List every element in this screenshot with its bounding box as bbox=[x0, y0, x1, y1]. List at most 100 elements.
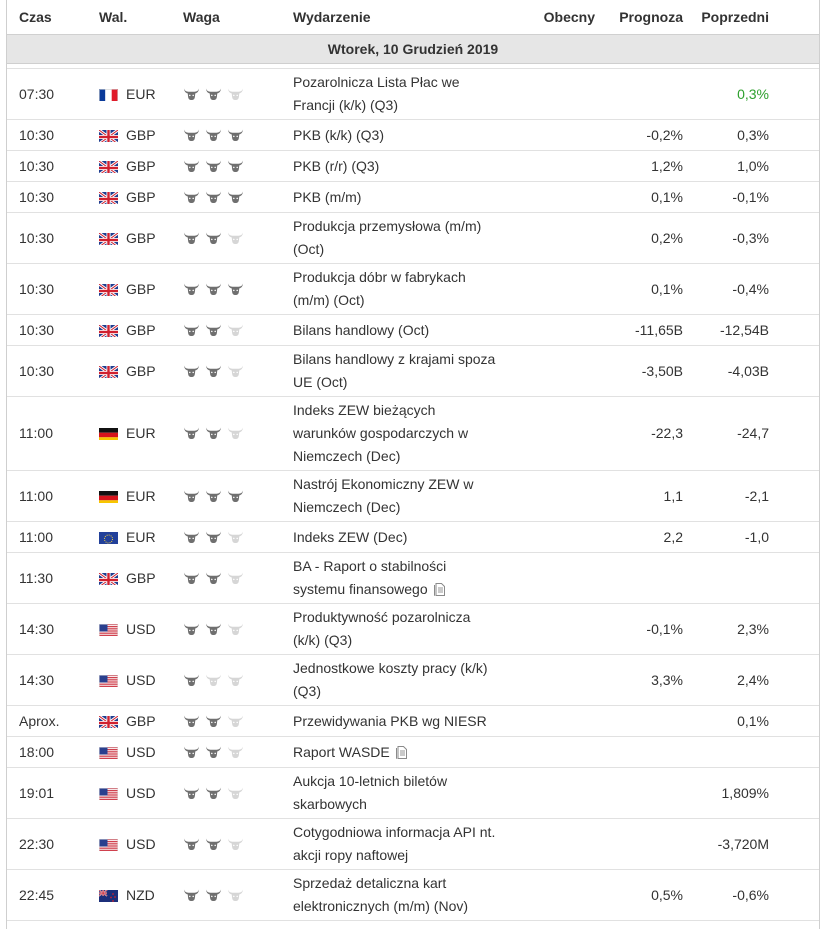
column-header-currency[interactable]: Wal. bbox=[99, 0, 183, 35]
event-row[interactable]: 11:30 GBP BA - Raport o stabilności systemu… bbox=[7, 552, 819, 604]
importance-rating bbox=[183, 396, 293, 471]
event-actual bbox=[515, 869, 595, 921]
event-time: 22:30 bbox=[7, 818, 99, 870]
currency-code: GBP bbox=[126, 280, 156, 297]
event-row[interactable]: 22:45 NZD Sprzedaż detaliczna kart elektron… bbox=[7, 869, 819, 921]
event-name[interactable]: BA - Raport o stabilności systemu finanso… bbox=[293, 552, 515, 604]
bull-icon-inactive bbox=[227, 671, 244, 686]
event-name-line-with-icon: systemu finansowego bbox=[293, 578, 507, 601]
event-forecast: 1,1 bbox=[595, 470, 685, 522]
event-name[interactable]: Produktywność pozarolnicza (k/k) (Q3) bbox=[293, 603, 515, 655]
event-name[interactable]: Indeks ZEW (Dec) bbox=[293, 521, 515, 553]
event-name[interactable]: Sprzedaż detaliczna kart elektronicznych … bbox=[293, 869, 515, 921]
event-name[interactable]: Bilans handlowy (Oct) bbox=[293, 314, 515, 346]
column-header-forecast[interactable]: Prognoza bbox=[595, 0, 685, 35]
event-time: 11:30 bbox=[7, 552, 99, 604]
column-header-previous[interactable]: Poprzedni bbox=[685, 0, 819, 35]
bull-icon-active bbox=[205, 424, 222, 440]
event-name[interactable]: Indeks ZEW bieżących warunków gospodarczy… bbox=[293, 396, 515, 471]
event-row[interactable]: 10:30 GBP PKB (k/k) (Q3) -0,2% 0,3% bbox=[7, 119, 819, 151]
event-row[interactable]: 10:30 GBP Bilans handlowy z krajami spoza U… bbox=[7, 345, 819, 397]
event-name[interactable]: Przewidywania PKB wg NIESR bbox=[293, 705, 515, 737]
event-row[interactable]: 18:00 USD Raport WASDE bbox=[7, 736, 819, 768]
importance-rating bbox=[183, 818, 293, 870]
event-row[interactable]: 10:30 GBP Produkcja przemysłowa (m/m) (Oct)… bbox=[7, 212, 819, 264]
event-row[interactable]: Aprox. GBP Przewidywania PKB wg NIESR 0,1% bbox=[7, 705, 819, 737]
event-row[interactable]: 10:30 GBP PKB (r/r) (Q3) 1,2% 1,0% bbox=[7, 150, 819, 182]
column-header-weight[interactable]: Waga bbox=[183, 0, 293, 35]
event-name[interactable]: PKB (r/r) (Q3) bbox=[293, 150, 515, 182]
event-name[interactable]: Jednostkowe koszty pracy (k/k) (Q3) bbox=[293, 654, 515, 706]
event-name-line: skarbowych bbox=[293, 796, 367, 812]
event-name[interactable]: Produkcja przemysłowa (m/m) (Oct) bbox=[293, 212, 515, 264]
currency-code: NZD bbox=[126, 886, 155, 903]
flag-gb-icon bbox=[99, 571, 118, 585]
event-row[interactable]: 14:30 USD Jednostkowe koszty pracy (k/k) (Q… bbox=[7, 654, 819, 706]
importance-rating bbox=[183, 654, 293, 706]
event-row[interactable]: 11:00 EUR Indeks ZEW (Dec) 2,2 -1,0 bbox=[7, 521, 819, 553]
currency-code: GBP bbox=[126, 157, 156, 174]
event-name[interactable]: PKB (k/k) (Q3) bbox=[293, 119, 515, 151]
flag-gb-icon bbox=[99, 231, 118, 245]
bull-icon-inactive bbox=[227, 743, 244, 758]
event-name-line: (Q3) bbox=[293, 683, 321, 699]
event-name[interactable]: Produkcja dóbr w fabrykach (m/m) (Oct) bbox=[293, 263, 515, 315]
event-row[interactable]: 11:00 EUR Indeks ZEW bieżących warunków gos… bbox=[7, 396, 819, 471]
economic-calendar: Czas Wal. Waga Wydarzenie Obecny Prognoz… bbox=[0, 0, 825, 929]
event-forecast bbox=[595, 818, 685, 870]
event-list: 07:30 EUR Pozarolnicza Lista Płac we Francj… bbox=[7, 68, 819, 921]
event-name-line: BA - Raport o stabilności bbox=[293, 558, 447, 574]
event-name[interactable]: Aukcja 10-letnich biletów skarbowych bbox=[293, 767, 515, 819]
importance-rating bbox=[183, 119, 293, 151]
event-time: 10:30 bbox=[7, 345, 99, 397]
column-header-actual[interactable]: Obecny bbox=[515, 0, 595, 35]
bull-icon-active bbox=[227, 188, 244, 203]
event-time: 10:30 bbox=[7, 119, 99, 151]
event-previous: -0,4% bbox=[685, 263, 819, 315]
currency-code: GBP bbox=[126, 712, 156, 729]
importance-rating bbox=[183, 767, 293, 819]
event-name[interactable]: PKB (m/m) bbox=[293, 181, 515, 213]
importance-rating bbox=[183, 314, 293, 346]
event-previous: -2,1 bbox=[685, 470, 819, 522]
flag-gb-icon bbox=[99, 364, 118, 378]
event-name[interactable]: Raport WASDE bbox=[293, 736, 515, 768]
event-name-line: Nastrój Ekonomiczny ZEW w bbox=[293, 476, 474, 492]
bull-icon-active bbox=[183, 362, 200, 377]
event-previous: 0,3% bbox=[685, 68, 819, 120]
bull-icon-active bbox=[227, 157, 244, 172]
event-row[interactable]: 11:00 EUR Nastrój Ekonomiczny ZEW w Niemcze… bbox=[7, 470, 819, 522]
column-header-event[interactable]: Wydarzenie bbox=[293, 0, 515, 35]
event-name-line: Pozarolnicza Lista Płac we bbox=[293, 74, 460, 90]
bull-icon-active bbox=[183, 743, 200, 758]
event-previous bbox=[685, 736, 819, 768]
column-header-time[interactable]: Czas bbox=[7, 0, 99, 35]
event-name-line: Produkcja dóbr w fabrykach bbox=[293, 269, 466, 285]
event-forecast: 0,5% bbox=[595, 869, 685, 921]
document-icon[interactable] bbox=[433, 580, 445, 596]
event-name-line-with-icon: Raport WASDE bbox=[293, 741, 507, 764]
event-row[interactable]: 22:30 USD Cotygodniowa informacja API nt. a… bbox=[7, 818, 819, 870]
event-name[interactable]: Bilans handlowy z krajami spoza UE (Oct) bbox=[293, 345, 515, 397]
event-row[interactable]: 07:30 EUR Pozarolnicza Lista Płac we Francj… bbox=[7, 68, 819, 120]
document-icon[interactable] bbox=[395, 743, 407, 759]
currency-code: EUR bbox=[126, 528, 156, 545]
event-name-line: PKB (m/m) bbox=[293, 188, 362, 205]
event-name-line: (Oct) bbox=[293, 241, 325, 257]
event-name[interactable]: Nastrój Ekonomiczny ZEW w Niemczech (Dec) bbox=[293, 470, 515, 522]
bull-icon-active bbox=[205, 620, 222, 635]
currency-code: USD bbox=[126, 620, 156, 637]
event-name[interactable]: Pozarolnicza Lista Płac we Francji (k/k) … bbox=[293, 68, 515, 120]
event-forecast: 1,2% bbox=[595, 150, 685, 182]
event-currency: GBP bbox=[99, 314, 183, 346]
bull-icon-inactive bbox=[227, 886, 244, 901]
currency-code: GBP bbox=[126, 188, 156, 205]
bull-icon-inactive bbox=[227, 712, 244, 727]
event-name[interactable]: Cotygodniowa informacja API nt. akcji rop… bbox=[293, 818, 515, 870]
event-row[interactable]: 10:30 GBP PKB (m/m) 0,1% -0,1% bbox=[7, 181, 819, 213]
event-row[interactable]: 10:30 GBP Produkcja dóbr w fabrykach (m/m) … bbox=[7, 263, 819, 315]
event-row[interactable]: 14:30 USD Produktywność pozarolnicza (k/k) … bbox=[7, 603, 819, 655]
event-row[interactable]: 10:30 GBP Bilans handlowy (Oct) -11,65B -12,… bbox=[7, 314, 819, 346]
currency-code: GBP bbox=[126, 126, 156, 143]
event-row[interactable]: 19:01 USD Aukcja 10-letnich biletów skarbow… bbox=[7, 767, 819, 819]
